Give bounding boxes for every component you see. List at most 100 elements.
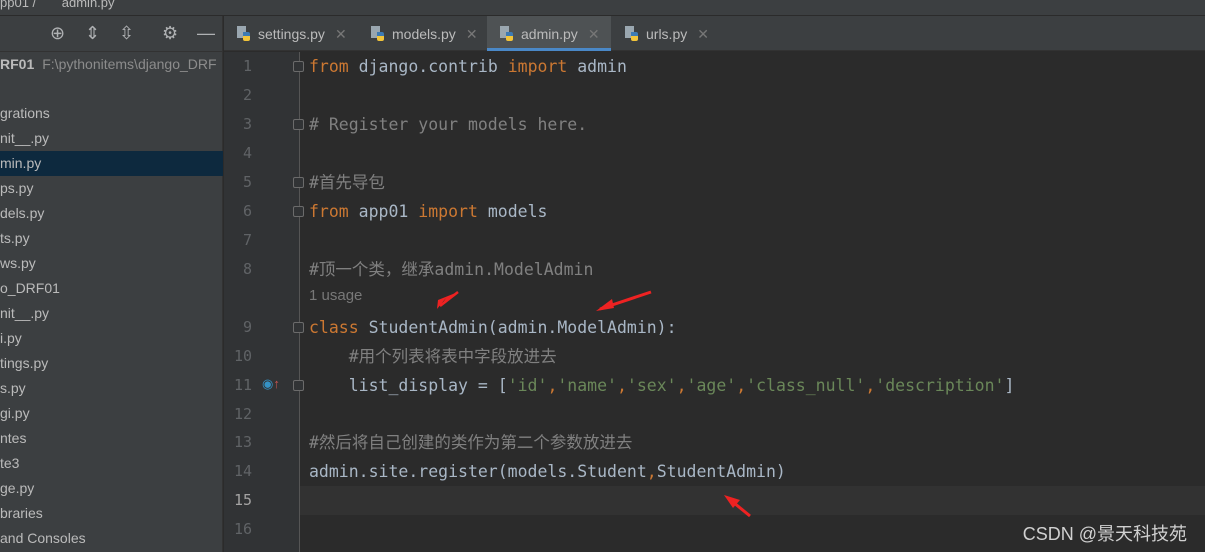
code-token: StudentAdmin(admin.ModelAdmin):: [358, 318, 677, 337]
override-gutter-icon[interactable]: ◉↑: [262, 376, 280, 392]
close-icon[interactable]: ✕: [335, 26, 347, 42]
fold-marker-icon[interactable]: [293, 380, 304, 391]
red-arrow-1-line: [439, 291, 459, 307]
line-number: 9: [242, 318, 252, 336]
red-arrow-2-line: [599, 290, 652, 311]
usage-hint[interactable]: 1 usage: [309, 287, 362, 304]
tree-item[interactable]: ts.py: [0, 226, 223, 251]
code-token: models: [477, 202, 548, 221]
tree-item[interactable]: tings.py: [0, 351, 223, 376]
code-token: #用个列表将表中字段放进去: [309, 347, 557, 366]
project-path: F:\pythonitems\django_DRF: [42, 56, 217, 72]
expand-all-icon[interactable]: ⇕: [85, 23, 100, 44]
close-icon[interactable]: ✕: [466, 26, 478, 42]
tree-item[interactable]: ntes: [0, 426, 223, 451]
tab-urls-py[interactable]: urls.py ✕: [612, 16, 712, 51]
breadcrumb-folder[interactable]: pp01: [0, 0, 29, 10]
line-number: 8: [242, 260, 252, 278]
locate-icon[interactable]: ⊕: [50, 23, 65, 44]
tab-settings-py[interactable]: settings.py ✕: [224, 16, 358, 51]
tree-item[interactable]: s.py: [0, 376, 223, 401]
line-number: 4: [242, 144, 252, 162]
collapse-all-icon[interactable]: ⇳: [119, 23, 134, 44]
close-icon[interactable]: ✕: [588, 26, 600, 42]
fold-marker-icon[interactable]: [293, 322, 304, 333]
code-token: ,: [676, 376, 687, 395]
code-token: app01: [348, 202, 419, 221]
project-root[interactable]: RF01 F:\pythonitems\django_DRF: [0, 56, 217, 72]
gear-icon[interactable]: ⚙: [162, 23, 178, 44]
code-line[interactable]: class StudentAdmin(admin.ModelAdmin):: [309, 313, 677, 342]
current-line-highlight: [300, 486, 1205, 515]
minimize-icon[interactable]: —: [197, 23, 215, 44]
tree-item[interactable]: nit__.py: [0, 126, 223, 151]
tree-item[interactable]: nit__.py: [0, 301, 223, 326]
code-token: ,: [616, 376, 627, 395]
tree-item[interactable]: ws.py: [0, 251, 223, 276]
line-number: 10: [233, 347, 252, 365]
editor-tabs: settings.py ✕ models.py ✕ admin.py ✕ urls.py ✕: [224, 16, 1205, 51]
code-line[interactable]: list_display = ['id','name','sex','age',…: [309, 371, 1015, 400]
code-token: 'age': [686, 376, 737, 395]
code-token: ,: [646, 462, 657, 481]
tree-item[interactable]: braries: [0, 501, 223, 526]
red-arrow-2-head: [596, 299, 614, 311]
tree-item[interactable]: i.py: [0, 326, 223, 351]
tree-item[interactable]: grations: [0, 101, 223, 126]
close-icon[interactable]: ✕: [697, 26, 709, 42]
line-number: 11: [233, 376, 252, 394]
tab-admin-py[interactable]: admin.py ✕: [487, 16, 611, 51]
code-line[interactable]: #首先导包: [309, 168, 385, 197]
tree-item[interactable]: min.py: [0, 151, 223, 176]
line-number: 16: [233, 520, 252, 538]
code-line[interactable]: # Register your models here.: [309, 110, 587, 139]
code-line[interactable]: from django.contrib import admin: [309, 52, 627, 81]
breadcrumb-file[interactable]: admin.py: [62, 0, 115, 10]
code-line[interactable]: from app01 import models: [309, 197, 547, 226]
code-token: 'sex': [626, 376, 677, 395]
code-token: from: [309, 57, 349, 76]
python-file-icon: [625, 26, 638, 41]
line-number: 15: [233, 491, 252, 509]
project-sidebar: ⊕ ⇕ ⇳ ⚙ — RF01 F:\pythonitems\django_DRF …: [0, 16, 223, 552]
tab-label: models.py: [392, 26, 456, 42]
code-token: StudentAdmin): [656, 462, 786, 481]
fold-marker-icon[interactable]: [293, 119, 304, 130]
line-number: 2: [242, 86, 252, 104]
tab-models-py[interactable]: models.py ✕: [358, 16, 487, 51]
line-number: 13: [233, 433, 252, 451]
code-token: ]: [1004, 376, 1015, 395]
code-line[interactable]: admin.site.register(models.Student,Stude…: [309, 457, 786, 486]
fold-marker-icon[interactable]: [293, 206, 304, 217]
code-line[interactable]: #用个列表将表中字段放进去: [309, 342, 557, 371]
tree-item[interactable]: o_DRF01: [0, 276, 223, 301]
fold-marker-icon[interactable]: [293, 177, 304, 188]
code-token: import: [507, 57, 568, 76]
code-line[interactable]: #然后将自己创建的类作为第二个参数放进去: [309, 428, 632, 457]
code-line[interactable]: #顶一个类，继承admin.ModelAdmin: [309, 255, 593, 284]
code-token: from: [309, 202, 349, 221]
tree-item[interactable]: dels.py: [0, 201, 223, 226]
code-token: 'description': [875, 376, 1005, 395]
tab-label: admin.py: [521, 26, 578, 42]
fold-marker-icon[interactable]: [293, 61, 304, 72]
line-number: 5: [242, 173, 252, 191]
code-token: class: [309, 318, 359, 337]
python-file-icon: [371, 26, 384, 41]
tree-item[interactable]: ge.py: [0, 476, 223, 501]
tree-item[interactable]: ps.py: [0, 176, 223, 201]
line-number: 3: [242, 115, 252, 133]
code-token: 'name': [557, 376, 617, 395]
code-token: ,: [865, 376, 876, 395]
line-number: 14: [233, 462, 252, 480]
code-token: 'id': [507, 376, 548, 395]
tree-item[interactable]: gi.py: [0, 401, 223, 426]
line-number: 7: [242, 231, 252, 249]
tree-item[interactable]: and Consoles: [0, 526, 223, 551]
breadcrumb-bar: pp01 / admin.py: [0, 0, 1205, 16]
tab-label: settings.py: [258, 26, 325, 42]
watermark: CSDN @景天科技苑: [1022, 524, 1187, 544]
tree-item[interactable]: te3: [0, 451, 223, 476]
code-token: django.contrib: [348, 57, 508, 76]
code-token: #首先导包: [309, 173, 385, 192]
